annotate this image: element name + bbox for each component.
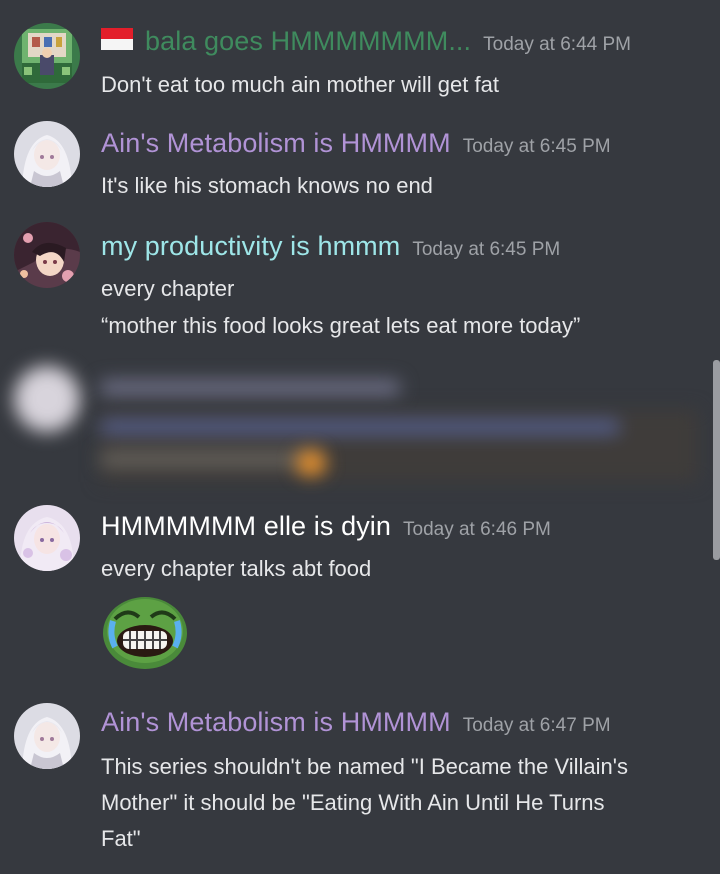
message-header: HMMMMMM elle is dyin Today at 6:46 PM [101, 511, 551, 542]
author-name[interactable]: HMMMMMM elle is dyin [101, 511, 391, 542]
message-text: It's like his stomach knows no end [101, 173, 433, 198]
message-header: Ain's Metabolism is HMMMM Today at 6:47 … [101, 707, 611, 738]
avatar-productivity[interactable] [14, 222, 80, 288]
avatar-bala[interactable] [14, 23, 80, 89]
message-header: Ain's Metabolism is HMMMM Today at 6:45 … [101, 128, 611, 159]
avatar-ain-metabolism[interactable] [14, 703, 80, 769]
scrollbar[interactable] [713, 360, 720, 560]
message-header: my productivity is hmmm Today at 6:45 PM [101, 231, 560, 262]
message-text: every chapter talks abt food [101, 556, 372, 581]
timestamp: Today at 6:47 PM [462, 715, 611, 736]
message-text: every chapter [101, 276, 235, 301]
timestamp: Today at 6:46 PM [403, 519, 551, 540]
message-text: Fat" [101, 826, 141, 851]
message-header: bala goes HMMMMMMM... Today at 6:44 PM [101, 26, 631, 57]
author-name[interactable]: Ain's Metabolism is HMMMM [101, 128, 451, 159]
avatar-ain-metabolism[interactable] [14, 121, 80, 187]
indonesia-flag-icon [101, 28, 133, 50]
message-text: Don't eat too much ain mother will get f… [101, 72, 499, 97]
author-name[interactable]: my productivity is hmmm [101, 231, 400, 262]
author-name[interactable]: Ain's Metabolism is HMMMM [101, 707, 451, 738]
timestamp: Today at 6:45 PM [462, 136, 611, 157]
message-text: This series shouldn't be named "I Became… [101, 754, 628, 779]
timestamp: Today at 6:45 PM [412, 239, 561, 260]
avatar-elle[interactable] [14, 505, 80, 571]
timestamp: Today at 6:44 PM [483, 34, 632, 55]
message-text: Mother" it should be "Eating With Ain Un… [101, 790, 605, 815]
message-text: “mother this food looks great lets eat m… [101, 313, 581, 338]
author-name[interactable]: bala goes HMMMMMMM... [145, 26, 471, 57]
crying-laughing-pepe-emoji[interactable] [101, 591, 189, 671]
